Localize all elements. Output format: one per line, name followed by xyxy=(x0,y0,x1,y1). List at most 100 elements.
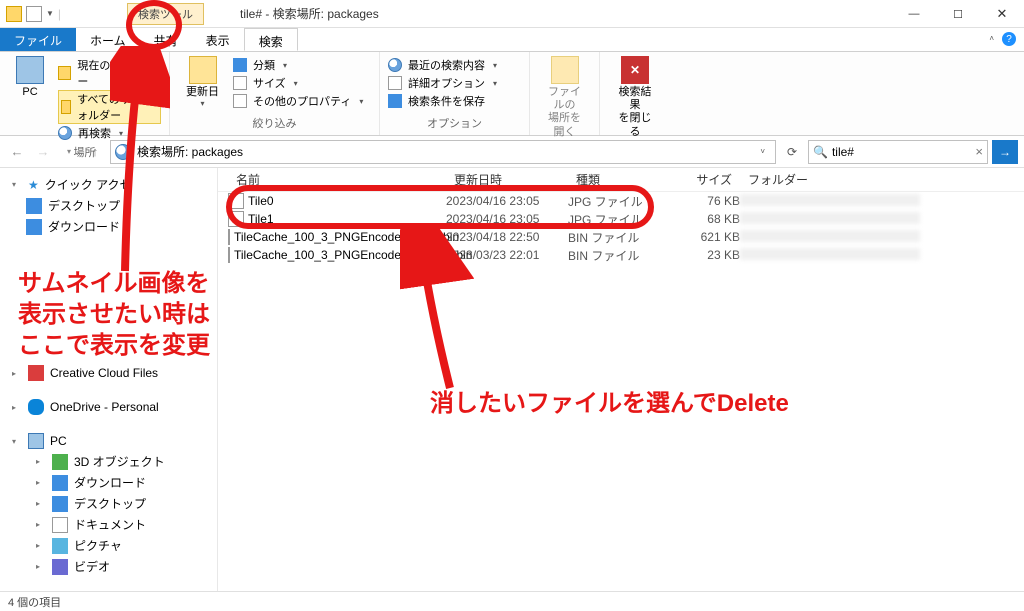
file-name: TileCache_100_3_PNGEncoded_Header.bin xyxy=(234,248,472,262)
open-file-location-button[interactable]: ファイルの 場所を開く xyxy=(538,56,591,139)
address-dropdown-icon[interactable]: ˅ xyxy=(754,147,771,156)
tab-file[interactable]: ファイル xyxy=(0,28,76,51)
open-location-icon xyxy=(551,56,579,84)
recent-icon xyxy=(388,58,402,72)
file-icon xyxy=(228,211,244,227)
file-row[interactable]: Tile02023/04/16 23:05JPG ファイル76 KB xyxy=(218,192,1024,210)
ribbon-pc-button[interactable]: PC xyxy=(8,56,52,142)
qat-dropdown-icon[interactable]: ▼ xyxy=(46,9,54,18)
file-list-pane: 名前 更新日時 種類 サイズ フォルダー Tile02023/04/16 23:… xyxy=(218,168,1024,591)
sidebar-item-3d-objects[interactable]: ▸3D オブジェクト xyxy=(0,451,217,472)
ribbon-group-open-location: ファイルの 場所を開く xyxy=(530,52,600,135)
minimize-button[interactable]: — xyxy=(892,0,936,28)
maximize-button[interactable]: ☐ xyxy=(936,0,980,28)
tab-share[interactable]: 共有 xyxy=(140,28,192,51)
videos-icon xyxy=(52,559,68,575)
main-area: ▾★クイック アクセ デスクトップ ダウンロード ▸Creative Cloud… xyxy=(0,168,1024,591)
ribbon-group-refine: 更新日 ▾ 分類▾ サイズ▾ その他のプロパティ▾ 絞り込み xyxy=(170,52,380,135)
column-header-type[interactable]: 種類 xyxy=(568,171,670,188)
file-folder xyxy=(740,248,1024,263)
qat-item-icon[interactable] xyxy=(26,6,42,22)
sidebar-item-downloads[interactable]: ダウンロード xyxy=(0,216,217,237)
file-row[interactable]: TileCache_100_3_PNGEncoded_Header.bin202… xyxy=(218,246,1024,264)
close-search-button[interactable]: ✕ 検索結果 を閉じる xyxy=(608,56,662,139)
forward-button[interactable]: → xyxy=(32,141,54,163)
kind-button[interactable]: 分類▾ xyxy=(233,56,363,74)
ribbon: PC 現在のフォルダー すべてのサブフォルダー 再検索▾ 場所 更新日 ▾ 分類… xyxy=(0,52,1024,136)
search-go-button[interactable]: → xyxy=(992,140,1018,164)
file-icon xyxy=(228,193,244,209)
back-button[interactable]: ← xyxy=(6,141,28,163)
file-type: JPG ファイル xyxy=(568,193,670,210)
column-header-date[interactable]: 更新日時 xyxy=(446,171,568,188)
sidebar-onedrive[interactable]: ▸OneDrive - Personal xyxy=(0,397,217,417)
search-value: tile# xyxy=(832,145,854,159)
contextual-tab-label: 検索ツール xyxy=(127,3,204,25)
ribbon-group-close: ✕ 検索結果 を閉じる xyxy=(600,52,670,135)
file-row[interactable]: TileCache_100_3_PNGEncoded_Data.bin2023/… xyxy=(218,228,1024,246)
address-bar: ← → ▾ ↑ 検索場所: packages ˅ ⟳ 🔍 tile# × → xyxy=(0,136,1024,168)
group-label-refine: 絞り込み xyxy=(178,115,371,131)
up-button[interactable]: ↑ xyxy=(84,141,106,163)
sidebar-item-videos[interactable]: ▸ビデオ xyxy=(0,556,217,577)
pictures-icon xyxy=(52,538,68,554)
clear-search-button[interactable]: × xyxy=(975,144,983,159)
current-folder-button[interactable]: 現在のフォルダー xyxy=(58,56,161,90)
column-header-folder[interactable]: フォルダー xyxy=(740,171,1024,188)
group-label-options: オプション xyxy=(388,115,521,131)
window-title: tile# - 検索場所: packages xyxy=(240,5,379,22)
recent-searches-button[interactable]: 最近の検索内容▾ xyxy=(388,56,521,74)
help-icon[interactable]: ? xyxy=(1002,32,1016,46)
tab-search[interactable]: 検索 xyxy=(244,28,298,51)
file-type: BIN ファイル xyxy=(568,247,670,264)
navigation-pane: ▾★クイック アクセ デスクトップ ダウンロード ▸Creative Cloud… xyxy=(0,168,218,591)
collapse-ribbon-icon[interactable]: ˄ xyxy=(989,34,994,43)
ribbon-tabs: ファイル ホーム 共有 表示 検索 ˄ ? xyxy=(0,28,1024,52)
sidebar-item-desktop-pc[interactable]: ▸デスクトップ xyxy=(0,493,217,514)
file-size: 23 KB xyxy=(670,248,740,262)
sidebar-quick-access[interactable]: ▾★クイック アクセ xyxy=(0,174,217,195)
close-button[interactable]: ✕ xyxy=(980,0,1024,28)
file-type: JPG ファイル xyxy=(568,211,670,228)
search-box[interactable]: 🔍 tile# × xyxy=(808,140,988,164)
sidebar-item-documents[interactable]: ▸ドキュメント xyxy=(0,514,217,535)
sidebar-pc[interactable]: ▾PC xyxy=(0,431,217,451)
file-date: 2023/04/16 23:05 xyxy=(446,212,568,226)
file-folder xyxy=(740,230,1024,245)
kind-icon xyxy=(233,58,247,72)
save-icon xyxy=(388,94,402,108)
save-search-button[interactable]: 検索条件を保存 xyxy=(388,92,521,110)
pc-tree-icon xyxy=(28,433,44,449)
file-date: 2023/04/18 22:50 xyxy=(446,230,568,244)
sidebar-item-downloads-pc[interactable]: ▸ダウンロード xyxy=(0,472,217,493)
file-row[interactable]: Tile12023/04/16 23:05JPG ファイル68 KB xyxy=(218,210,1024,228)
title-bar: ▼ | 検索ツール tile# - 検索場所: packages — ☐ ✕ xyxy=(0,0,1024,28)
calendar-icon xyxy=(189,56,217,84)
sidebar-creative-cloud[interactable]: ▸Creative Cloud Files xyxy=(0,363,217,383)
close-x-icon: ✕ xyxy=(621,56,649,84)
recent-locations-button[interactable]: ▾ xyxy=(58,141,80,163)
tab-home[interactable]: ホーム xyxy=(76,28,140,51)
advanced-options-button[interactable]: 詳細オプション▾ xyxy=(388,74,521,92)
search-again-icon xyxy=(58,126,72,140)
size-button[interactable]: サイズ▾ xyxy=(233,74,363,92)
column-header-size[interactable]: サイズ xyxy=(670,171,740,188)
column-header-name[interactable]: 名前 xyxy=(228,171,446,188)
other-properties-button[interactable]: その他のプロパティ▾ xyxy=(233,92,363,110)
downloads-pc-icon xyxy=(52,475,68,491)
all-subfolders-button[interactable]: すべてのサブフォルダー xyxy=(58,90,161,124)
search-location-icon xyxy=(115,144,131,160)
onedrive-icon xyxy=(28,399,44,415)
status-bar: 4 個の項目 xyxy=(0,591,1024,611)
folder-stack-icon xyxy=(61,100,71,114)
update-date-button[interactable]: 更新日 ▾ xyxy=(178,56,227,110)
column-headers: 名前 更新日時 種類 サイズ フォルダー xyxy=(218,168,1024,192)
address-box[interactable]: 検索場所: packages ˅ xyxy=(110,140,776,164)
file-icon xyxy=(228,229,230,245)
sidebar-item-desktop[interactable]: デスクトップ xyxy=(0,195,217,216)
sidebar-item-pictures[interactable]: ▸ピクチャ xyxy=(0,535,217,556)
file-date: 2023/03/23 22:01 xyxy=(446,248,568,262)
refresh-button[interactable]: ⟳ xyxy=(780,145,804,159)
downloads-icon xyxy=(26,219,42,235)
tab-view[interactable]: 表示 xyxy=(192,28,244,51)
